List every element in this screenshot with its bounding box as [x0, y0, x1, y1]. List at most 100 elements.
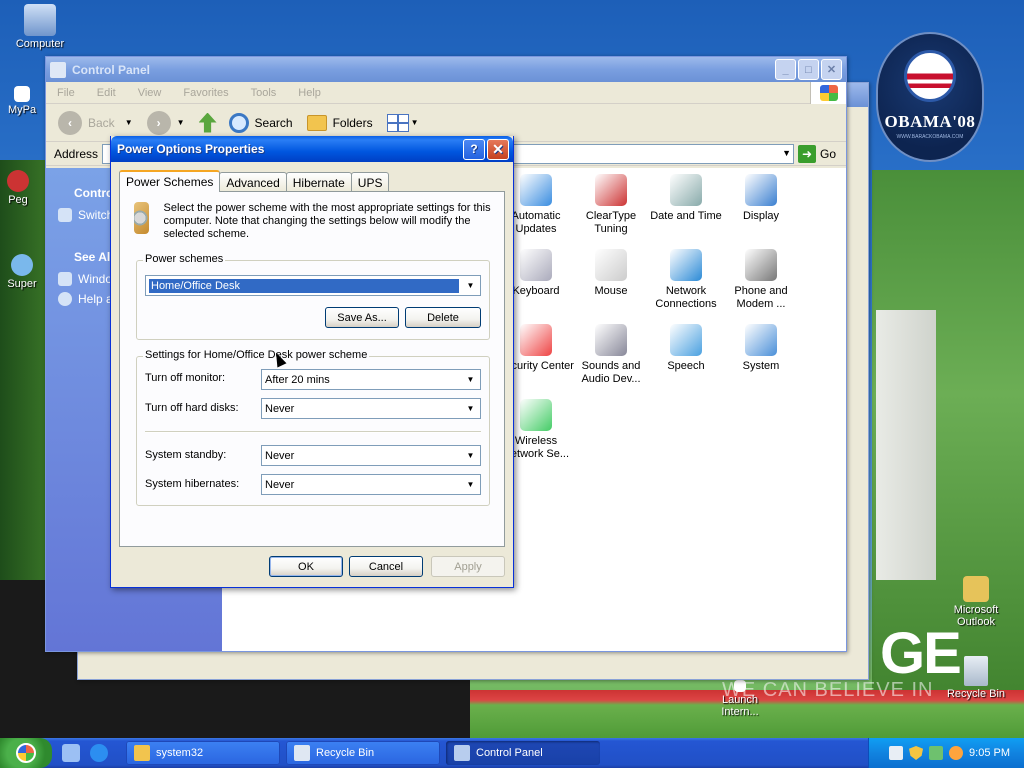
forward-button[interactable]: › ▼	[146, 110, 185, 135]
control-panel-item-label: Keyboard	[512, 285, 560, 297]
desktop-icon-outlook[interactable]: Microsoft Outlook	[938, 576, 1014, 628]
recycle-bin-icon	[964, 656, 988, 686]
internet-explorer-icon[interactable]	[90, 744, 108, 762]
dialog-titlebar[interactable]: Power Options Properties ? ✕	[111, 136, 513, 162]
switch-view-icon	[58, 208, 72, 222]
folders-button[interactable]: Folders	[306, 114, 373, 131]
app-icon	[7, 170, 29, 192]
back-button[interactable]: ‹ Back ▼	[58, 110, 133, 135]
search-button[interactable]: Search	[228, 112, 293, 133]
maximize-button[interactable]: □	[798, 59, 819, 80]
power-scheme-select[interactable]: Home/Office Desk ▼	[145, 275, 481, 296]
desktop-icon-peg[interactable]: Peg	[0, 170, 48, 206]
cancel-button[interactable]: Cancel	[349, 556, 423, 577]
go-button[interactable]: ➜ Go	[797, 144, 836, 163]
control-panel-item[interactable]: Network Connections	[648, 249, 724, 311]
turn-off-monitor-select[interactable]: After 20 mins ▼	[261, 369, 481, 390]
setting-label: System standby:	[145, 449, 227, 461]
go-label: Go	[819, 146, 836, 161]
sidebar-link-label: Windo	[78, 272, 113, 286]
folder-icon	[134, 745, 150, 761]
shield-icon[interactable]	[909, 746, 924, 760]
control-panel-item-icon	[670, 174, 702, 206]
menu-file[interactable]: File	[54, 85, 78, 101]
system-tray: 9:05 PM	[868, 738, 1024, 768]
control-panel-item-label: Mouse	[594, 285, 628, 297]
address-label: Address	[54, 146, 99, 161]
close-button[interactable]: ✕	[821, 59, 842, 80]
delete-button[interactable]: Delete	[405, 307, 481, 328]
help-button[interactable]: ?	[463, 138, 485, 160]
tab-advanced[interactable]: Advanced	[219, 172, 287, 192]
chevron-down-icon[interactable]: ▼	[782, 148, 791, 158]
selected-value: Never	[265, 449, 295, 462]
control-panel-item-label: Date and Time	[650, 210, 722, 222]
task-system32[interactable]: system32	[126, 741, 280, 765]
intro-text: Select the power scheme with the most ap…	[163, 202, 491, 240]
menu-edit[interactable]: Edit	[94, 85, 119, 101]
control-panel-item[interactable]: ClearType Tuning	[573, 174, 649, 236]
control-panel-item-label: ClearType Tuning	[585, 210, 637, 235]
system-standby-select[interactable]: Never ▼	[261, 445, 481, 466]
search-icon[interactable]	[949, 746, 964, 760]
menu-view[interactable]: View	[135, 85, 165, 101]
control-panel-icon	[50, 61, 66, 78]
desktop-icon-recycle-bin[interactable]: Recycle Bin	[938, 656, 1014, 700]
control-panel-item[interactable]: Sounds and Audio Dev...	[573, 324, 649, 386]
desktop-icon-label: Super	[7, 278, 37, 290]
up-folder-icon[interactable]	[198, 112, 217, 133]
folders-label: Folders	[332, 115, 373, 130]
control-panel-titlebar[interactable]: Control Panel _ □ ✕	[46, 57, 846, 82]
clock[interactable]: 9:05 PM	[969, 747, 1010, 759]
control-panel-item[interactable]: Date and Time	[648, 174, 724, 223]
taskbar: system32 Recycle Bin Control Panel 9:05 …	[0, 738, 1024, 768]
control-panel-item[interactable]: Display	[723, 174, 799, 223]
back-arrow-icon: ‹	[58, 110, 82, 135]
menu-tools[interactable]: Tools	[248, 85, 280, 101]
show-desktop-icon[interactable]	[62, 744, 80, 762]
menu-favorites[interactable]: Favorites	[180, 85, 231, 101]
shortcut-icon	[734, 680, 746, 692]
control-panel-item-icon	[670, 324, 702, 356]
desktop-icon-launch-internet[interactable]: Launch Intern...	[702, 680, 778, 718]
keyboard-icon[interactable]	[889, 746, 904, 760]
control-panel-item-label: System	[742, 360, 780, 372]
back-label: Back	[88, 115, 115, 130]
control-panel-item-label: Automatic Updates	[511, 210, 561, 235]
control-panel-item-icon	[595, 174, 627, 206]
control-panel-item[interactable]: Mouse	[573, 249, 649, 298]
selected-value: After 20 mins	[265, 373, 330, 386]
system-hibernates-select[interactable]: Never ▼	[261, 474, 481, 495]
forward-arrow-icon: ›	[146, 110, 171, 135]
help-icon	[58, 292, 72, 306]
control-panel-item[interactable]: System	[723, 324, 799, 373]
control-panel-item[interactable]: Speech	[648, 324, 724, 373]
task-recycle-bin[interactable]: Recycle Bin	[286, 741, 440, 765]
chevron-down-icon: ▼	[466, 451, 475, 460]
apply-button[interactable]: Apply	[431, 556, 505, 577]
power-options-dialog[interactable]: Power Options Properties ? ✕ Power Schem…	[110, 136, 514, 588]
desktop-icon-computer[interactable]: Computer	[2, 4, 78, 50]
save-as-button[interactable]: Save As...	[325, 307, 399, 328]
start-button[interactable]	[0, 738, 52, 768]
task-label: system32	[156, 747, 204, 759]
tab-power-schemes[interactable]: Power Schemes	[119, 170, 221, 192]
network-icon[interactable]	[929, 746, 944, 760]
scheme-settings-group: Settings for Home/Office Desk power sche…	[136, 349, 490, 506]
menu-help[interactable]: Help	[295, 85, 324, 101]
task-control-panel[interactable]: Control Panel	[446, 741, 600, 765]
dialog-close-button[interactable]: ✕	[487, 138, 509, 160]
control-panel-item-icon	[520, 174, 552, 206]
desktop-icon-label: Launch Intern...	[721, 694, 759, 718]
windows-update-icon	[58, 272, 72, 286]
turn-off-hard-disks-select[interactable]: Never ▼	[261, 398, 481, 419]
tab-hibernate[interactable]: Hibernate	[285, 172, 352, 192]
views-button[interactable]: ▼	[386, 113, 419, 132]
tab-ups[interactable]: UPS	[350, 172, 390, 192]
minimize-button[interactable]: _	[775, 59, 796, 80]
desktop-icon-label: Computer	[15, 38, 65, 50]
control-panel-item[interactable]: Phone and Modem ...	[723, 249, 799, 311]
task-label: Recycle Bin	[316, 747, 375, 759]
views-icon	[386, 113, 409, 132]
ok-button[interactable]: OK	[269, 556, 343, 577]
